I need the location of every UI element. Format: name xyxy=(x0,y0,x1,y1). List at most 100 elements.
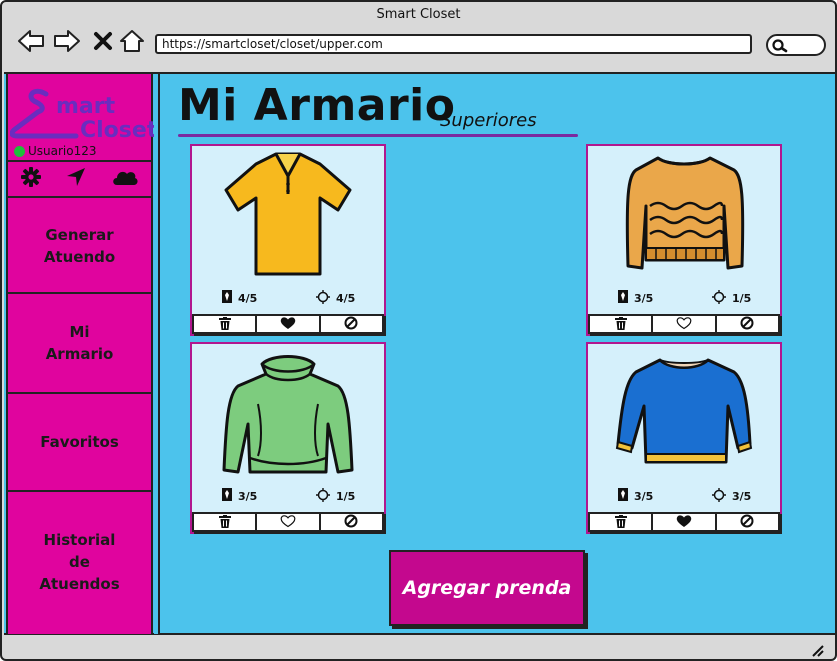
favorite-button[interactable] xyxy=(257,315,321,334)
trash-icon xyxy=(614,315,627,334)
sidebar-item-label: Generar Atuendo xyxy=(43,226,116,266)
main-content: Mi Armario Superiores 4/5 4/5 3/5 1/5 3/… xyxy=(162,74,832,634)
garment-card[interactable]: 3/5 3/5 xyxy=(586,342,782,534)
warmth-rating: 1/5 xyxy=(316,488,355,505)
delete-button[interactable] xyxy=(590,315,654,334)
resize-grip-icon[interactable] xyxy=(811,642,825,659)
disable-button[interactable] xyxy=(717,316,778,332)
warmth-rating: 3/5 xyxy=(712,488,751,505)
prohibited-icon xyxy=(344,513,358,532)
cloud-icon[interactable] xyxy=(111,167,139,191)
formality-rating: 4/5 xyxy=(222,290,257,306)
sun-icon xyxy=(316,488,330,505)
garment-image-orange-sweater xyxy=(588,146,780,286)
prohibited-icon xyxy=(344,315,358,334)
formality-value: 3/5 xyxy=(238,489,258,503)
card-actions xyxy=(588,512,780,532)
user-status: Usuario123 xyxy=(14,144,97,158)
garment-image-turtleneck xyxy=(192,344,384,484)
formality-value: 3/5 xyxy=(634,291,654,305)
title-underline xyxy=(178,134,578,137)
page-title: Mi Armario xyxy=(178,80,456,131)
warmth-rating: 4/5 xyxy=(316,290,355,307)
trash-icon xyxy=(218,513,231,532)
sun-icon xyxy=(712,290,726,307)
status-bar xyxy=(2,638,835,659)
logo-text-top: mart xyxy=(56,94,116,119)
trash-icon xyxy=(614,513,627,532)
formality-rating: 3/5 xyxy=(222,488,257,504)
sidebar-item-historial[interactable]: Historial de Atuendos xyxy=(8,492,151,632)
sidebar-item-favoritos[interactable]: Favoritos xyxy=(8,394,151,492)
sidebar: mart Closet Usuario123 Generar Atuendo M… xyxy=(6,74,157,634)
forward-arrow-icon[interactable] xyxy=(52,26,82,56)
tie-icon xyxy=(222,290,232,306)
disable-button[interactable] xyxy=(321,316,382,332)
sidebar-item-mi-armario[interactable]: Mi Armario xyxy=(8,294,151,394)
warmth-value: 3/5 xyxy=(732,490,752,503)
garment-image-blue-sweater xyxy=(588,344,780,484)
garment-image-polo xyxy=(192,146,384,286)
favorite-button[interactable] xyxy=(257,513,321,532)
search-icon xyxy=(772,38,788,57)
back-arrow-icon[interactable] xyxy=(16,26,46,56)
favorite-button[interactable] xyxy=(653,513,717,532)
sidebar-item-label: Historial de Atuendos xyxy=(39,531,120,593)
garment-ratings: 3/5 1/5 xyxy=(588,290,780,310)
garment-ratings: 3/5 3/5 xyxy=(588,488,780,508)
sidebar-resize-handle[interactable] xyxy=(154,74,160,634)
sidebar-item-generar-atuendo[interactable]: Generar Atuendo xyxy=(8,200,151,294)
page-subtitle: Superiores xyxy=(440,110,537,131)
logo-text-bottom: Closet xyxy=(80,118,158,143)
tie-icon xyxy=(618,290,628,306)
garment-card[interactable]: 3/5 1/5 xyxy=(190,342,386,534)
heart-outline-icon xyxy=(280,513,296,532)
disable-button[interactable] xyxy=(321,514,382,530)
sun-icon xyxy=(712,488,726,505)
close-icon[interactable] xyxy=(88,26,118,56)
delete-button[interactable] xyxy=(194,315,258,334)
heart-filled-icon xyxy=(280,315,296,334)
card-actions xyxy=(588,314,780,334)
tie-icon xyxy=(618,488,628,504)
warmth-rating: 1/5 xyxy=(712,290,751,307)
location-arrow-icon[interactable] xyxy=(65,166,87,192)
heart-filled-icon xyxy=(676,513,692,532)
username: Usuario123 xyxy=(28,144,97,158)
delete-button[interactable] xyxy=(590,513,654,532)
address-bar[interactable]: https://smartcloset/closet/upper.com xyxy=(155,34,752,54)
heart-outline-icon xyxy=(676,315,692,334)
garment-card[interactable]: 3/5 1/5 xyxy=(586,144,782,336)
formality-value: 4/5 xyxy=(238,291,258,305)
sidebar-item-label: Mi Armario xyxy=(45,323,114,363)
page-viewport: mart Closet Usuario123 Generar Atuendo M… xyxy=(4,72,835,635)
garment-card[interactable]: 4/5 4/5 xyxy=(190,144,386,336)
card-actions xyxy=(192,314,384,334)
warmth-value: 4/5 xyxy=(336,292,356,305)
add-garment-button[interactable]: Agregar prenda xyxy=(389,550,585,626)
garment-ratings: 3/5 1/5 xyxy=(192,488,384,508)
favorite-button[interactable] xyxy=(653,315,717,334)
warmth-value: 1/5 xyxy=(732,292,752,305)
logo[interactable]: mart Closet xyxy=(10,80,157,150)
formality-rating: 3/5 xyxy=(618,290,653,306)
trash-icon xyxy=(218,315,231,334)
browser-window: Smart Closet https://smartcloset/closet/… xyxy=(0,0,837,661)
prohibited-icon xyxy=(740,513,754,532)
tie-icon xyxy=(222,488,232,504)
warmth-value: 1/5 xyxy=(336,490,356,503)
browser-toolbar: https://smartcloset/closet/upper.com xyxy=(2,24,835,64)
card-actions xyxy=(192,512,384,532)
disable-button[interactable] xyxy=(717,514,778,530)
formality-value: 3/5 xyxy=(634,489,654,503)
delete-button[interactable] xyxy=(194,513,258,532)
garment-ratings: 4/5 4/5 xyxy=(192,290,384,310)
search-field[interactable] xyxy=(766,34,826,56)
formality-rating: 3/5 xyxy=(618,488,653,504)
gear-icon[interactable] xyxy=(20,166,42,192)
sun-icon xyxy=(316,290,330,307)
home-icon[interactable] xyxy=(117,26,147,56)
sidebar-item-label: Favoritos xyxy=(40,433,119,451)
prohibited-icon xyxy=(740,315,754,334)
online-indicator xyxy=(14,145,25,157)
